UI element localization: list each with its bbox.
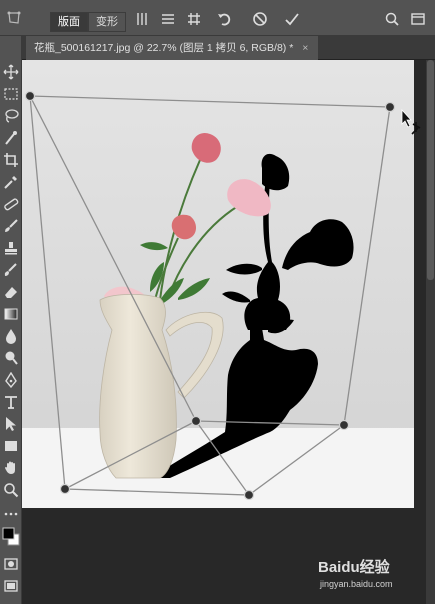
canvas-area[interactable] (22, 60, 435, 604)
warp-pin (338, 419, 350, 431)
healing-icon[interactable] (3, 196, 19, 212)
path-select-icon[interactable] (3, 416, 19, 432)
transform-mode-button[interactable]: 变形 (88, 12, 126, 32)
layout-mode-button[interactable]: 版面 (50, 12, 88, 32)
quick-select-icon[interactable] (3, 130, 19, 146)
crop-icon[interactable] (3, 152, 19, 168)
watermark-brand: Baidu经验 (318, 559, 390, 576)
pen-icon[interactable] (3, 372, 19, 388)
workspace-icon[interactable] (410, 11, 426, 27)
warp-pin (243, 489, 255, 501)
split-vertical-icon[interactable] (134, 11, 150, 27)
move-icon[interactable] (3, 64, 19, 80)
shape-icon[interactable] (3, 438, 19, 454)
hand-icon[interactable] (3, 460, 19, 476)
document-tab-bar: 花瓶_500161217.jpg @ 22.7% (图层 1 拷贝 6, RGB… (22, 36, 435, 60)
type-icon[interactable] (3, 394, 19, 410)
brush-icon[interactable] (3, 218, 19, 234)
split-horizontal-icon[interactable] (160, 11, 176, 27)
warp-pin (59, 483, 71, 495)
document-title: 花瓶_500161217.jpg @ 22.7% (图层 1 拷贝 6, RGB… (34, 42, 294, 54)
dodge-icon[interactable] (3, 350, 19, 366)
more-tools-icon[interactable] (3, 506, 19, 522)
quickmask-icon[interactable] (3, 556, 19, 572)
watermark: Baidu经验 jingyan.baidu.com (318, 556, 393, 589)
search-icon[interactable] (384, 11, 400, 27)
history-brush-icon[interactable] (3, 262, 19, 278)
tools-panel (0, 36, 22, 604)
watermark-url: jingyan.baidu.com (320, 579, 393, 589)
warp-pin (190, 415, 202, 427)
warp-pin (384, 101, 396, 113)
foreground-color-icon[interactable] (2, 526, 20, 548)
cancel-icon[interactable] (252, 11, 268, 27)
zoom-icon[interactable] (3, 482, 19, 498)
close-tab-icon[interactable]: × (302, 36, 308, 60)
gradient-icon[interactable] (3, 306, 19, 322)
scrollbar-thumb[interactable] (427, 60, 434, 280)
eyedropper-icon[interactable] (3, 174, 19, 190)
warp-pin (24, 90, 36, 102)
document-canvas[interactable] (22, 60, 435, 604)
lasso-icon[interactable] (3, 108, 19, 124)
puppet-warp-icon[interactable] (6, 10, 22, 26)
blur-icon[interactable] (3, 328, 19, 344)
screen-mode-icon[interactable] (3, 578, 19, 594)
stamp-icon[interactable] (3, 240, 19, 256)
eraser-icon[interactable] (3, 284, 19, 300)
undo-icon[interactable] (216, 11, 232, 27)
commit-icon[interactable] (284, 11, 300, 27)
marquee-icon[interactable] (3, 86, 19, 102)
grid-icon[interactable] (186, 11, 202, 27)
options-bar: 版面 变形 (0, 0, 435, 36)
vertical-scrollbar[interactable] (426, 60, 435, 604)
document-tab[interactable]: 花瓶_500161217.jpg @ 22.7% (图层 1 拷贝 6, RGB… (26, 36, 319, 60)
